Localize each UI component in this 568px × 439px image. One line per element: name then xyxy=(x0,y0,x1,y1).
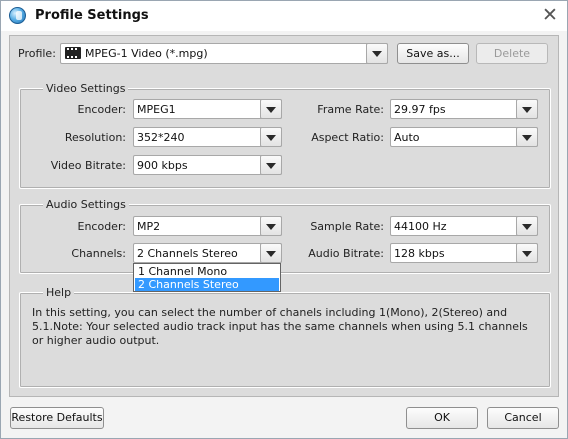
delete-button[interactable]: Delete xyxy=(476,43,548,64)
save-as-button[interactable]: Save as... xyxy=(397,43,469,64)
chevron-down-icon[interactable] xyxy=(260,99,282,119)
audio-encoder-value: MP2 xyxy=(137,220,161,233)
title-bar: Profile Settings ✕ xyxy=(1,1,567,31)
chevron-down-icon[interactable] xyxy=(366,43,388,64)
cancel-button[interactable]: Cancel xyxy=(487,407,559,429)
aspect-ratio-value: Auto xyxy=(394,131,420,144)
profile-value: MPEG-1 Video (*.mpg) xyxy=(85,47,208,60)
chevron-down-icon[interactable] xyxy=(516,216,538,236)
chevron-down-icon[interactable] xyxy=(260,243,282,263)
channels-dropdown-list: 1 Channel Mono 2 Channels Stereo xyxy=(133,263,281,292)
sample-rate-label: Sample Rate: xyxy=(310,220,384,233)
film-icon xyxy=(65,47,81,59)
chevron-down-icon[interactable] xyxy=(260,216,282,236)
resolution-label: Resolution: xyxy=(64,131,126,144)
close-icon[interactable]: ✕ xyxy=(539,6,561,26)
ok-button[interactable]: OK xyxy=(406,407,478,429)
settings-panel: Profile: MPEG-1 Video (*.mpg) Save as...… xyxy=(9,35,559,397)
resolution-select[interactable]: 352*240 xyxy=(133,127,282,147)
chevron-down-icon[interactable] xyxy=(516,99,538,119)
help-title: Help xyxy=(43,286,75,299)
help-text: In this setting, you can select the numb… xyxy=(32,306,528,347)
video-settings-title: Video Settings xyxy=(43,82,129,95)
channels-value: 2 Channels Stereo xyxy=(137,247,238,260)
chevron-down-icon[interactable] xyxy=(516,127,538,147)
restore-defaults-button[interactable]: Restore Defaults xyxy=(10,407,104,429)
audio-bitrate-value: 128 kbps xyxy=(394,247,445,260)
chevron-down-icon[interactable] xyxy=(260,127,282,147)
aspect-ratio-label: Aspect Ratio: xyxy=(311,131,384,144)
audio-encoder-label: Encoder: xyxy=(77,220,127,233)
profile-select[interactable]: MPEG-1 Video (*.mpg) xyxy=(60,43,388,64)
sample-rate-select[interactable]: 44100 Hz xyxy=(390,216,538,236)
frame-rate-value: 29.97 fps xyxy=(394,103,446,116)
chevron-down-icon[interactable] xyxy=(516,243,538,263)
resolution-value: 352*240 xyxy=(137,131,185,144)
chevron-down-icon[interactable] xyxy=(260,155,282,175)
video-encoder-value: MPEG1 xyxy=(137,103,176,116)
video-bitrate-select[interactable]: 900 kbps xyxy=(133,155,282,175)
channels-option-stereo[interactable]: 2 Channels Stereo xyxy=(135,278,279,291)
profile-settings-window: Profile Settings ✕ Profile: MPEG-1 Video… xyxy=(0,0,568,439)
channels-option-mono[interactable]: 1 Channel Mono xyxy=(135,265,279,278)
window-title: Profile Settings xyxy=(35,8,149,23)
profile-label: Profile: xyxy=(18,47,56,60)
sample-rate-value: 44100 Hz xyxy=(394,220,447,233)
video-encoder-select[interactable]: MPEG1 xyxy=(133,99,282,119)
audio-encoder-select[interactable]: MP2 xyxy=(133,216,282,236)
frame-rate-select[interactable]: 29.97 fps xyxy=(390,99,538,119)
video-encoder-label: Encoder: xyxy=(77,103,127,116)
frame-rate-label: Frame Rate: xyxy=(317,103,384,116)
aspect-ratio-select[interactable]: Auto xyxy=(390,127,538,147)
channels-label: Channels: xyxy=(71,247,126,260)
video-bitrate-value: 900 kbps xyxy=(137,159,188,172)
audio-bitrate-select[interactable]: 128 kbps xyxy=(390,243,538,263)
audio-settings-group xyxy=(19,204,551,274)
channels-select[interactable]: 2 Channels Stereo xyxy=(133,243,282,263)
globe-icon xyxy=(9,7,26,24)
audio-bitrate-label: Audio Bitrate: xyxy=(308,247,384,260)
audio-settings-title: Audio Settings xyxy=(43,198,129,211)
video-bitrate-label: Video Bitrate: xyxy=(50,159,126,172)
